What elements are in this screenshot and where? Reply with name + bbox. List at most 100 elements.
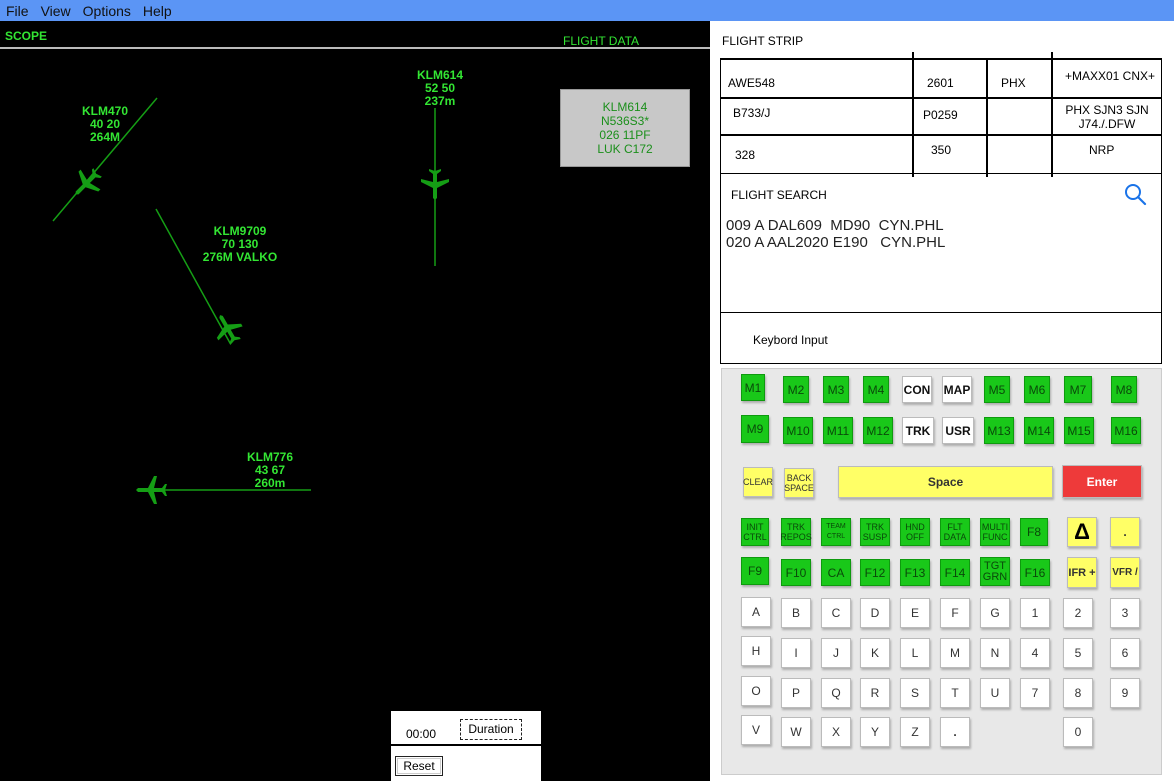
key-2[interactable]: 2: [1063, 598, 1093, 628]
key-m15[interactable]: M15: [1064, 417, 1094, 444]
key-team-ctrl[interactable]: TEAM CTRL: [821, 518, 851, 546]
key-trk-repos[interactable]: TRK REPOS: [780, 518, 812, 546]
key-t[interactable]: T: [940, 678, 970, 708]
key-d[interactable]: D: [860, 598, 890, 628]
datablock-klm614[interactable]: KLM614 52 50 237m: [410, 69, 470, 108]
key-period[interactable]: .: [940, 717, 970, 747]
datablock-klm9709[interactable]: KLM9709 70 130 276M VALKO: [198, 225, 282, 264]
key-b[interactable]: B: [781, 598, 811, 628]
key-v[interactable]: V: [741, 715, 771, 745]
key-8[interactable]: 8: [1063, 678, 1093, 708]
key-hnd-off[interactable]: HND OFF: [900, 518, 930, 546]
datablock-klm470[interactable]: KLM470 40 20 264M: [75, 105, 135, 144]
key-m9[interactable]: M9: [741, 415, 769, 443]
duration-button[interactable]: Duration: [460, 719, 522, 740]
key-7[interactable]: 7: [1020, 678, 1050, 708]
flight-strip[interactable]: AWE548 2601 PHX +MAXX01 CNX+ B733/J P025…: [720, 52, 1162, 177]
key-f12[interactable]: F12: [860, 559, 890, 586]
strip-divider: [721, 134, 1162, 136]
menu-options[interactable]: Options: [83, 3, 131, 19]
key-ifr[interactable]: IFR +: [1067, 557, 1097, 588]
menu-file[interactable]: File: [6, 3, 29, 19]
key-m5[interactable]: M5: [984, 376, 1010, 403]
key-m7[interactable]: M7: [1064, 376, 1092, 403]
key-f[interactable]: F: [940, 598, 970, 628]
key-g[interactable]: G: [980, 598, 1010, 628]
key-f14[interactable]: F14: [940, 559, 970, 586]
key-w[interactable]: W: [781, 717, 811, 747]
key-m13[interactable]: M13: [984, 417, 1014, 444]
key-q[interactable]: Q: [821, 678, 851, 708]
key-con[interactable]: CON: [902, 376, 932, 403]
key-f8[interactable]: F8: [1020, 518, 1048, 546]
key-m10[interactable]: M10: [783, 417, 813, 444]
key-m11[interactable]: M11: [823, 417, 853, 444]
key-9[interactable]: 9: [1110, 678, 1140, 708]
key-clear[interactable]: CLEAR: [743, 467, 773, 497]
key-y[interactable]: Y: [860, 717, 890, 747]
search-result-item[interactable]: 020 A AAL2020 E190 CYN.PHL: [726, 234, 945, 251]
key-m4[interactable]: M4: [863, 376, 889, 403]
key-space[interactable]: Space: [838, 466, 1053, 498]
key-f10[interactable]: F10: [781, 559, 811, 586]
key-r[interactable]: R: [860, 678, 890, 708]
key-p[interactable]: P: [781, 678, 811, 708]
key-f13[interactable]: F13: [900, 559, 930, 586]
key-1[interactable]: 1: [1020, 598, 1050, 628]
key-o[interactable]: O: [741, 676, 771, 706]
key-m16[interactable]: M16: [1111, 417, 1141, 444]
key-map[interactable]: MAP: [942, 376, 972, 403]
key-a[interactable]: A: [741, 597, 771, 627]
menu-view[interactable]: View: [41, 3, 71, 19]
key-s[interactable]: S: [900, 678, 930, 708]
menu-help[interactable]: Help: [143, 3, 172, 19]
key-k[interactable]: K: [860, 638, 890, 668]
key-6[interactable]: 6: [1110, 638, 1140, 668]
search-icon[interactable]: [1123, 182, 1147, 206]
key-n[interactable]: N: [980, 638, 1010, 668]
key-x[interactable]: X: [821, 717, 851, 747]
key-enter[interactable]: Enter: [1062, 465, 1142, 498]
key-5[interactable]: 5: [1063, 638, 1093, 668]
key-ca[interactable]: CA: [821, 559, 851, 586]
key-flt-data[interactable]: FLT DATA: [940, 518, 970, 546]
key-l[interactable]: L: [900, 638, 930, 668]
key-m2[interactable]: M2: [783, 376, 809, 403]
key-trk[interactable]: TRK: [902, 417, 934, 444]
key-z[interactable]: Z: [900, 717, 930, 747]
key-m[interactable]: M: [940, 638, 970, 668]
strip-fix: PHX: [1001, 76, 1026, 90]
key-h[interactable]: H: [741, 636, 771, 666]
key-trk-susp[interactable]: TRK SUSP: [860, 518, 890, 546]
datablock-klm776[interactable]: KLM776 43 67 260m: [240, 451, 300, 490]
key-m14[interactable]: M14: [1024, 417, 1054, 444]
key-f9[interactable]: F9: [741, 557, 769, 585]
key-m12[interactable]: M12: [863, 417, 893, 444]
radar-scope[interactable]: SCOPE FLIGHT DATA KLM614 N536S3* 026 11P…: [0, 21, 710, 781]
key-f16[interactable]: F16: [1020, 559, 1050, 586]
key-u[interactable]: U: [980, 678, 1010, 708]
key-multi-func[interactable]: MULTI FUNC: [980, 518, 1010, 546]
key-j[interactable]: J: [821, 638, 851, 668]
key-0[interactable]: 0: [1063, 717, 1093, 747]
key-usr[interactable]: USR: [942, 417, 974, 444]
key-m1[interactable]: M1: [741, 374, 765, 401]
key-backspace[interactable]: BACK SPACE: [784, 468, 814, 498]
strip-speed: 328: [735, 148, 756, 162]
key-m3[interactable]: M3: [823, 376, 849, 403]
reset-button[interactable]: Reset: [395, 756, 443, 776]
key-4[interactable]: 4: [1020, 638, 1050, 668]
key-e[interactable]: E: [900, 598, 930, 628]
key-init-ctrl[interactable]: INIT CTRL: [741, 518, 769, 546]
key-c[interactable]: C: [821, 598, 851, 628]
key-m8[interactable]: M8: [1111, 376, 1137, 403]
key-m6[interactable]: M6: [1024, 376, 1050, 403]
keyboard-input-field[interactable]: Keybord Input: [721, 312, 1162, 365]
key-3[interactable]: 3: [1110, 598, 1140, 628]
key-vfr[interactable]: VFR /: [1110, 557, 1140, 588]
key-triangle[interactable]: Δ: [1067, 517, 1097, 547]
key-i[interactable]: I: [781, 638, 811, 668]
search-result-item[interactable]: 009 A DAL609 MD90 CYN.PHL: [726, 217, 945, 234]
key-dot[interactable]: .: [1110, 517, 1140, 547]
key-tgt-grn[interactable]: TGT GRN: [980, 557, 1010, 586]
